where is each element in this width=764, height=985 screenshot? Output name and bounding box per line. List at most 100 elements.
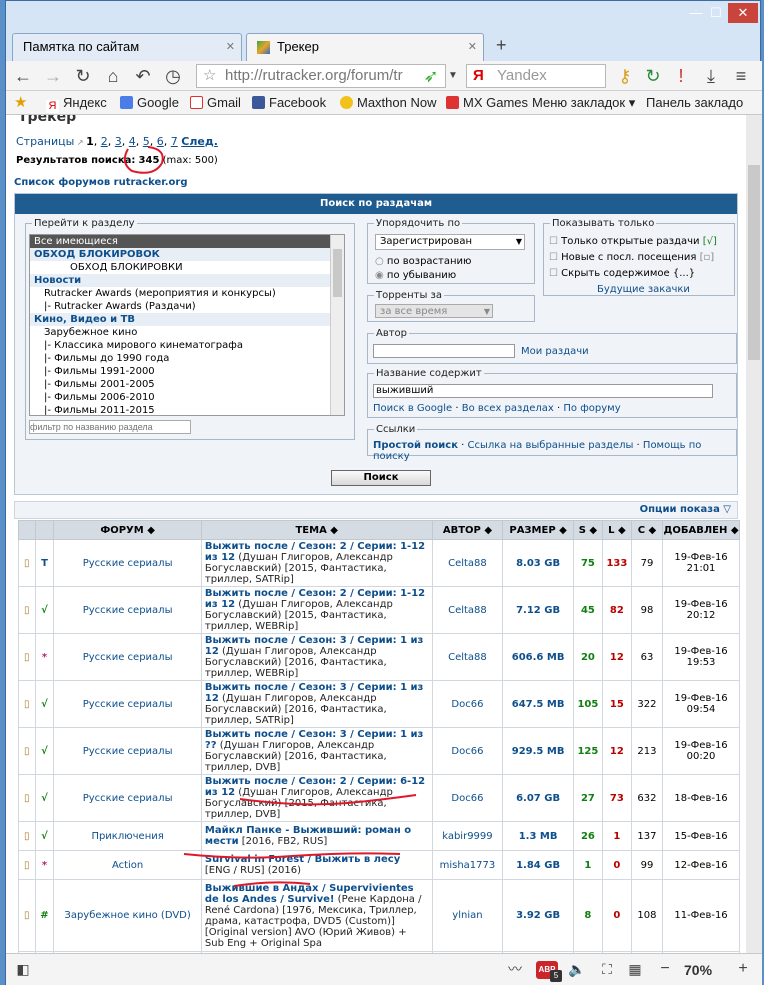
- accelerator-icon[interactable]: ➶: [420, 65, 442, 87]
- title-input[interactable]: выживший: [373, 384, 713, 398]
- search-submit-button[interactable]: Поиск: [331, 470, 431, 486]
- list-item[interactable]: Все имеющиеся: [30, 235, 344, 248]
- order-select[interactable]: Зарегистрирован ▼: [375, 234, 525, 250]
- period-select[interactable]: за все время ▼: [375, 304, 493, 318]
- open-only-checkbox[interactable]: ☐ Только открытые раздачи [√]: [549, 236, 717, 247]
- forums-list-link[interactable]: Список форумов rutracker.org: [14, 177, 188, 188]
- page-scrollbar[interactable]: [746, 115, 762, 953]
- hide-content-checkbox[interactable]: ☐ Скрыть содержимое {...}: [549, 268, 695, 279]
- star-icon[interactable]: ☆: [203, 65, 216, 87]
- author-link[interactable]: Celta88: [431, 539, 504, 587]
- bookmark-google[interactable]: Google: [120, 95, 179, 110]
- col-header-topic[interactable]: ТЕМА ◆: [200, 520, 433, 540]
- size-link[interactable]: 1.3 MB: [502, 821, 574, 851]
- list-item[interactable]: |- Фильмы до 1990 года: [30, 352, 344, 365]
- bookmark-facebook[interactable]: Facebook: [252, 95, 326, 110]
- history-icon[interactable]: ◷: [162, 65, 184, 87]
- forum-link[interactable]: Русские сериалы: [53, 539, 202, 587]
- forum-link[interactable]: Русские сериалы: [53, 680, 202, 728]
- sidebar-toggle-icon[interactable]: ◧: [12, 958, 34, 980]
- search-box[interactable]: Я Yandex: [466, 64, 606, 88]
- activity-icon[interactable]: 〰: [504, 958, 526, 980]
- list-item[interactable]: Зарубежное кино: [30, 326, 344, 339]
- close-icon[interactable]: ✕: [226, 34, 235, 60]
- split-icon[interactable]: ▦: [624, 958, 646, 980]
- display-options-link[interactable]: Опции показа ▽: [640, 504, 731, 515]
- bookmarks-star-icon[interactable]: ★: [14, 93, 27, 111]
- forum-link[interactable]: Русские сериалы: [53, 727, 202, 775]
- list-item[interactable]: Новости: [30, 274, 344, 287]
- alert-icon[interactable]: !: [670, 65, 692, 87]
- list-item[interactable]: Rutracker Awards (мероприятия и конкурсы…: [30, 287, 344, 300]
- list-item[interactable]: |- Фильмы 2001-2005: [30, 378, 344, 391]
- selected-sections-link[interactable]: Ссылка на выбранные разделы: [468, 440, 634, 451]
- new-since-checkbox[interactable]: ☐ Новые с посл. посещения [▫]: [549, 252, 714, 263]
- by-forum-link[interactable]: По форуму: [563, 403, 620, 414]
- menu-icon[interactable]: ≡: [730, 65, 752, 87]
- close-window-button[interactable]: ✕: [728, 3, 758, 23]
- list-item[interactable]: ОБХОД БЛОКИРОВКИ: [30, 261, 344, 274]
- author-link[interactable]: Celta88: [431, 633, 504, 681]
- author-link[interactable]: misha1773: [431, 850, 504, 880]
- section-filter-input[interactable]: [29, 420, 191, 434]
- col-header-completed[interactable]: С ◆: [630, 520, 664, 540]
- page-link[interactable]: 7: [171, 135, 178, 148]
- tab-bookmarks-memo[interactable]: Памятка по сайтам ✕: [12, 33, 242, 61]
- size-link[interactable]: 6.07 GB: [502, 774, 574, 822]
- bookmarks-panel[interactable]: Панель закладо: [646, 95, 743, 110]
- close-icon[interactable]: ✕: [468, 34, 477, 60]
- list-item[interactable]: |- Фильмы 2011-2015: [30, 404, 344, 415]
- all-sections-link[interactable]: Во всех разделах: [462, 403, 554, 414]
- list-item[interactable]: |- Классика мирового кинематографа: [30, 339, 344, 352]
- volume-icon[interactable]: 🔈: [566, 958, 588, 980]
- tab-tracker[interactable]: Трекер ✕: [246, 33, 484, 61]
- undo-close-icon[interactable]: ↶: [132, 65, 154, 87]
- simple-search-link[interactable]: Простой поиск: [373, 440, 458, 451]
- forum-link[interactable]: Русские сериалы: [53, 586, 202, 634]
- bookmark-mx-games[interactable]: MX Games: [446, 95, 528, 110]
- bookmark-yandex[interactable]: Я Яндекс: [46, 95, 107, 113]
- author-link[interactable]: Doc66: [431, 727, 504, 775]
- home-icon[interactable]: ⌂: [102, 65, 124, 87]
- size-link[interactable]: 647.5 MB: [502, 680, 574, 728]
- address-bar[interactable]: ☆ http://rutracker.org/forum/tr: [196, 64, 446, 88]
- author-link[interactable]: Doc66: [431, 774, 504, 822]
- size-link[interactable]: 1.84 GB: [502, 850, 574, 880]
- forum-link[interactable]: Русские сериалы: [53, 774, 202, 822]
- list-item[interactable]: |- Фильмы 2006-2010: [30, 391, 344, 404]
- col-header-seeders[interactable]: S ◆: [572, 520, 603, 540]
- col-header-author[interactable]: АВТОР ◆: [431, 520, 504, 540]
- list-item[interactable]: Кино, Видео и ТВ: [30, 313, 344, 326]
- forum-link[interactable]: Русские сериалы: [53, 633, 202, 681]
- my-releases-link[interactable]: Мои раздачи: [521, 346, 589, 357]
- forum-link[interactable]: Приключения: [53, 821, 202, 851]
- col-header-forum[interactable]: ФОРУМ ◆: [53, 520, 202, 540]
- new-tab-button[interactable]: +: [496, 35, 507, 56]
- size-link[interactable]: 7.12 GB: [502, 586, 574, 634]
- section-list[interactable]: Все имеющиеся ОБХОД БЛОКИРОВОК ОБХОД БЛО…: [29, 234, 345, 416]
- list-item[interactable]: ОБХОД БЛОКИРОВОК: [30, 248, 344, 261]
- list-scrollbar[interactable]: [330, 235, 344, 415]
- zoom-in-icon[interactable]: +: [732, 958, 754, 980]
- reload-icon[interactable]: ↻: [72, 65, 94, 87]
- author-link[interactable]: kabir9999: [431, 821, 504, 851]
- author-input[interactable]: [373, 344, 515, 358]
- back-icon[interactable]: ←: [12, 65, 34, 87]
- author-link[interactable]: Doc66: [431, 680, 504, 728]
- page-link[interactable]: 2: [101, 135, 108, 148]
- refresh-green-icon[interactable]: ↻: [642, 65, 664, 87]
- size-link[interactable]: 8.03 GB: [502, 539, 574, 587]
- size-link[interactable]: 929.5 MB: [502, 727, 574, 775]
- key-icon[interactable]: ⚷: [614, 65, 636, 87]
- maximize-button[interactable]: ☐: [706, 3, 726, 23]
- forward-icon[interactable]: →: [42, 65, 64, 87]
- scrollbar-thumb[interactable]: [748, 165, 760, 360]
- col-header-leechers[interactable]: L ◆: [601, 520, 632, 540]
- forum-link[interactable]: Action: [53, 850, 202, 880]
- bookmarks-menu[interactable]: Меню закладок ▾: [532, 95, 635, 111]
- next-page-link[interactable]: След.: [181, 135, 218, 148]
- list-item[interactable]: |- Rutracker Awards (Раздачи): [30, 300, 344, 313]
- bookmark-maxthon[interactable]: Maxthon Now: [340, 95, 436, 110]
- col-header-size[interactable]: РАЗМЕР ◆: [502, 520, 574, 540]
- zoom-out-icon[interactable]: −: [654, 958, 676, 980]
